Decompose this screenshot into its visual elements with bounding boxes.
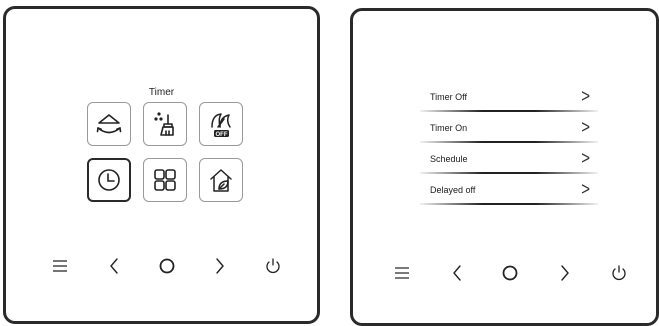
left-device-panel: Timer OFF bbox=[3, 6, 320, 324]
home-circle-button[interactable] bbox=[155, 254, 179, 278]
chevron-right-icon: > bbox=[581, 178, 590, 201]
forward-icon bbox=[561, 265, 569, 281]
left-navbar bbox=[6, 254, 317, 280]
menu-title: Timer bbox=[148, 87, 175, 98]
home-circle-icon bbox=[502, 265, 518, 281]
menu-icon bbox=[395, 267, 409, 279]
home-leaf-icon bbox=[210, 169, 232, 192]
home-leaf-button[interactable] bbox=[199, 158, 243, 202]
eco-button[interactable]: OFF bbox=[199, 102, 243, 146]
swing-icon bbox=[96, 114, 122, 134]
eco-badge-text: OFF bbox=[216, 132, 228, 138]
right-device-panel: Timer Off > Timer On > Schedule > Delaye… bbox=[350, 8, 659, 326]
back-button[interactable] bbox=[445, 261, 469, 285]
menu-item-label: Delayed off bbox=[430, 185, 476, 195]
menu-icon bbox=[53, 260, 67, 272]
back-button[interactable] bbox=[102, 254, 126, 278]
divider bbox=[420, 141, 598, 143]
forward-button[interactable] bbox=[208, 254, 232, 278]
timer-button[interactable] bbox=[87, 158, 131, 202]
right-navbar bbox=[353, 261, 656, 287]
back-icon bbox=[453, 265, 461, 281]
menu-item-delayed-off[interactable]: Delayed off > bbox=[420, 179, 598, 209]
grid-menu-button[interactable] bbox=[143, 158, 187, 202]
timer-icon bbox=[98, 169, 120, 191]
divider bbox=[420, 110, 598, 112]
divider bbox=[420, 203, 598, 205]
menu-item-label: Schedule bbox=[430, 154, 468, 164]
chevron-right-icon: > bbox=[581, 116, 590, 139]
divider bbox=[420, 172, 598, 174]
home-circle-icon bbox=[159, 258, 175, 274]
power-button[interactable] bbox=[261, 254, 285, 278]
back-icon bbox=[110, 258, 118, 274]
menu-item-label: Timer Off bbox=[430, 92, 468, 102]
swing-button[interactable] bbox=[87, 102, 131, 146]
clean-icon bbox=[154, 112, 174, 136]
power-icon bbox=[266, 258, 280, 274]
menu-item-label: Timer On bbox=[430, 123, 468, 133]
forward-button[interactable] bbox=[553, 261, 577, 285]
eco-icon: OFF bbox=[211, 113, 231, 138]
menu-item-schedule[interactable]: Schedule > bbox=[420, 148, 598, 178]
menu-item-timer-on[interactable]: Timer On > bbox=[420, 117, 598, 147]
clean-button[interactable] bbox=[143, 102, 187, 146]
forward-icon bbox=[216, 258, 224, 274]
home-circle-button[interactable] bbox=[498, 261, 522, 285]
menu-button[interactable] bbox=[48, 254, 72, 278]
power-button[interactable] bbox=[607, 261, 631, 285]
power-icon bbox=[612, 265, 626, 281]
menu-item-timer-off[interactable]: Timer Off > bbox=[420, 86, 598, 116]
chevron-right-icon: > bbox=[581, 147, 590, 170]
chevron-right-icon: > bbox=[581, 85, 590, 108]
grid-menu-icon bbox=[154, 169, 176, 191]
menu-button[interactable] bbox=[390, 261, 414, 285]
